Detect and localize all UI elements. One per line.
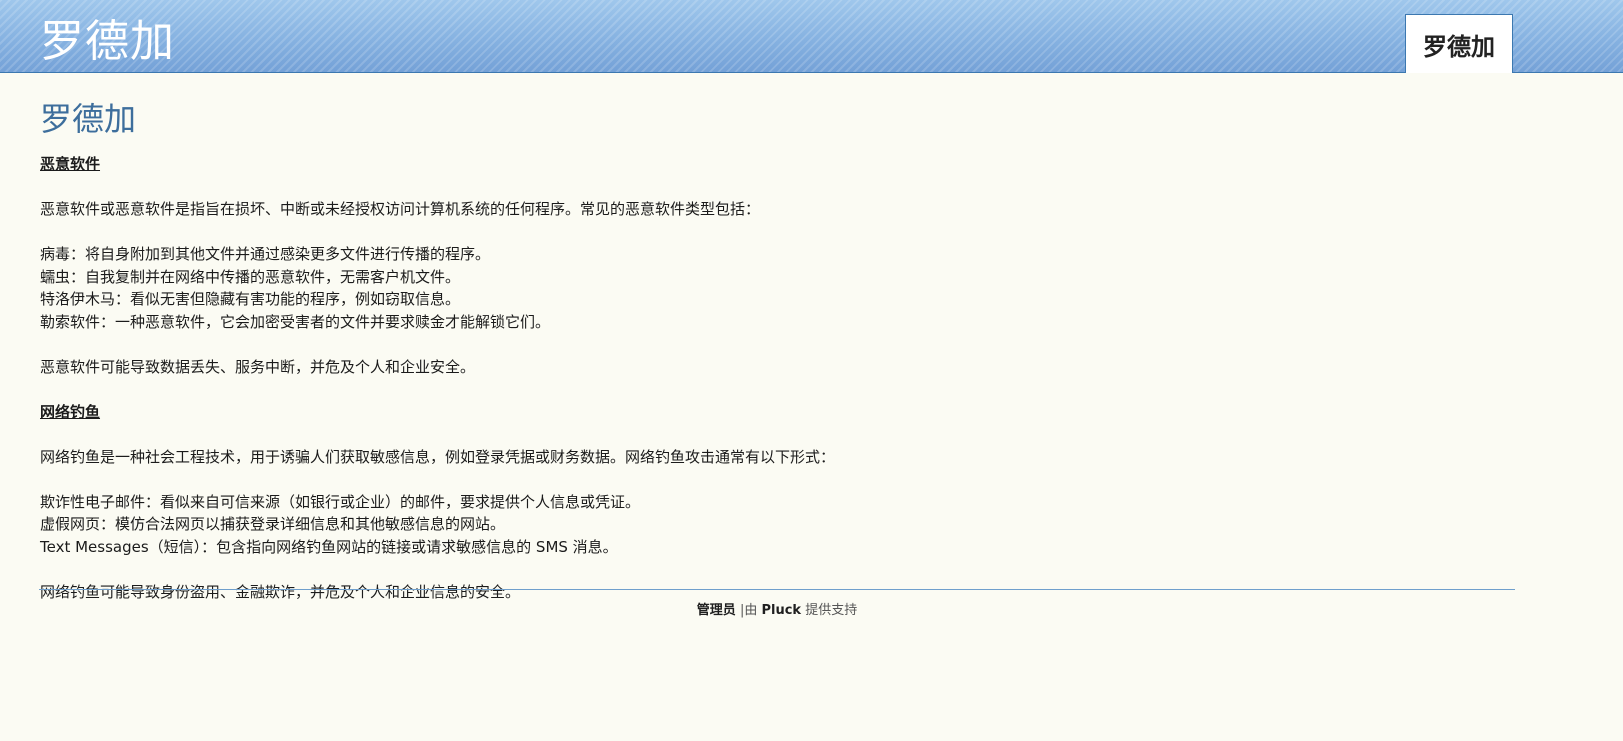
pluck-link[interactable]: Pluck: [761, 603, 801, 618]
malware-item-trojan: 特洛伊木马：看似无害但隐藏有害功能的程序，例如窃取信息。: [40, 290, 461, 308]
article-body: 恶意软件 恶意软件或恶意软件是指旨在损坏、中断或未经授权访问计算机系统的任何程序…: [40, 153, 1515, 603]
malware-intro: 恶意软件或恶意软件是指旨在损坏、中断或未经授权访问计算机系统的任何程序。常见的恶…: [40, 200, 761, 218]
phishing-item-sms: Text Messages（短信）：包含指向网络钓鱼网站的链接或请求敏感信息的 …: [40, 537, 618, 556]
section-heading-malware: 恶意软件: [40, 155, 101, 173]
site-footer: 管理员 |由 Pluck 提供支持: [39, 602, 1515, 620]
phishing-item-email: 欺诈性电子邮件：看似来自可信来源（如银行或企业）的邮件，要求提供个人信息或凭证。: [40, 492, 641, 511]
phishing-outro: 网络钓鱼可能导致身份盗用、金融欺诈，并危及个人和企业信息的安全。: [40, 582, 521, 601]
malware-item-worm: 蠕虫：自我复制并在网络中传播的恶意软件，无需客户机文件。: [40, 267, 461, 286]
main-content: 罗德加 恶意软件 恶意软件或恶意软件是指旨在损坏、中断或未经授权访问计算机系统的…: [40, 98, 1515, 603]
footer-separator-text: |由: [735, 603, 762, 618]
site-header: 罗德加 罗德加: [0, 0, 1623, 73]
phishing-item-fake-page: 虚假网页：模仿合法网页以捕获登录详细信息和其他敏感信息的网站。: [40, 515, 506, 533]
site-title-link[interactable]: 罗德加: [40, 14, 175, 70]
page-title: 罗德加: [40, 100, 137, 138]
malware-item-virus: 病毒：将自身附加到其他文件并通过感染更多文件进行传播的程序。: [40, 245, 491, 263]
admin-link[interactable]: 管理员: [697, 603, 736, 618]
footer-divider: [39, 589, 1515, 590]
phishing-intro: 网络钓鱼是一种社会工程技术，用于诱骗人们获取敏感信息，例如登录凭据或财务数据。网…: [40, 447, 836, 466]
section-heading-phishing: 网络钓鱼: [40, 402, 101, 421]
footer-powered-text: 提供支持: [801, 603, 858, 618]
malware-item-ransomware: 勒索软件：一种恶意软件，它会加密受害者的文件并要求赎金才能解锁它们。: [40, 312, 551, 331]
malware-outro: 恶意软件可能导致数据丢失、服务中断，并危及个人和企业安全。: [40, 357, 476, 376]
nav-tab-active[interactable]: 罗德加: [1405, 14, 1513, 73]
